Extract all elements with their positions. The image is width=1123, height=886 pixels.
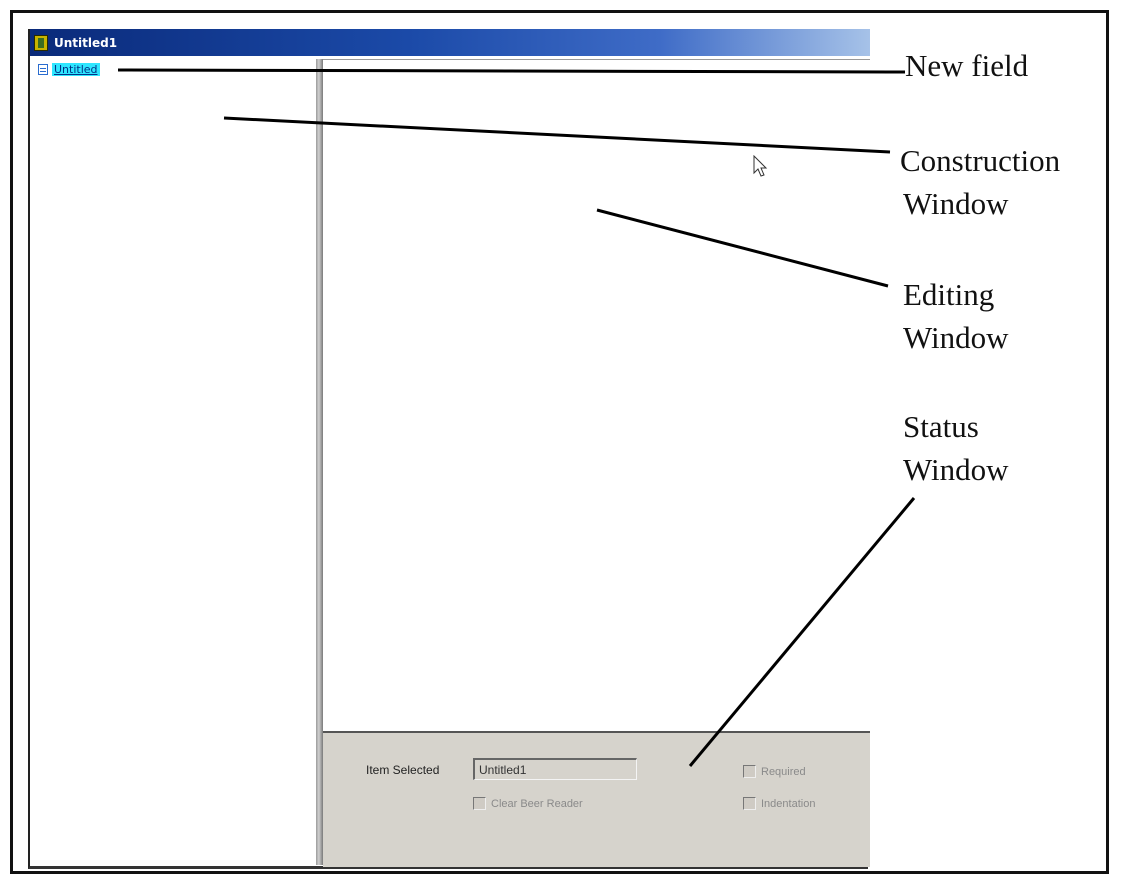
- pane-splitter[interactable]: [316, 59, 323, 865]
- clear-beer-reader-checkbox[interactable]: Clear Beer Reader: [473, 797, 583, 810]
- annotation-construction-window-line2: Window: [903, 186, 1009, 221]
- item-selected-label: Item Selected: [366, 763, 440, 777]
- indentation-checkbox[interactable]: Indentation: [743, 797, 815, 810]
- status-pane: Item Selected Untitled1 Clear Beer Reade…: [323, 731, 870, 867]
- document-app-icon: [34, 34, 48, 51]
- annotation-status-window-line2: Window: [903, 452, 1009, 487]
- checkbox-label: Required: [761, 765, 806, 778]
- tree-item-untitled[interactable]: Untitled: [38, 63, 100, 76]
- field-node-icon: [38, 64, 48, 75]
- app-window: Untitled1 Untitled Item Selected Untitle…: [28, 29, 870, 869]
- annotation-editing-window-line2: Window: [903, 320, 1009, 355]
- checkbox-label: Clear Beer Reader: [491, 797, 583, 810]
- required-checkbox[interactable]: Required: [743, 765, 806, 778]
- annotation-status-window-line1: Status: [903, 409, 979, 444]
- checkbox-box: [743, 797, 756, 810]
- title-bar[interactable]: Untitled1: [30, 29, 870, 56]
- annotation-new-field: New field: [905, 48, 1029, 83]
- tree-item-label: Untitled: [52, 63, 100, 76]
- checkbox-box: [743, 765, 756, 778]
- checkbox-label: Indentation: [761, 797, 816, 810]
- checkbox-box: [473, 797, 486, 810]
- construction-pane[interactable]: Untitled: [32, 59, 317, 863]
- annotation-construction-window-line1: Construction: [900, 143, 1061, 178]
- mouse-pointer-icon: [753, 155, 768, 177]
- editing-pane[interactable]: [323, 59, 870, 732]
- annotation-editing-window-line1: Editing: [903, 277, 995, 312]
- item-selected-field[interactable]: Untitled1: [473, 758, 637, 780]
- window-title: Untitled1: [54, 35, 118, 50]
